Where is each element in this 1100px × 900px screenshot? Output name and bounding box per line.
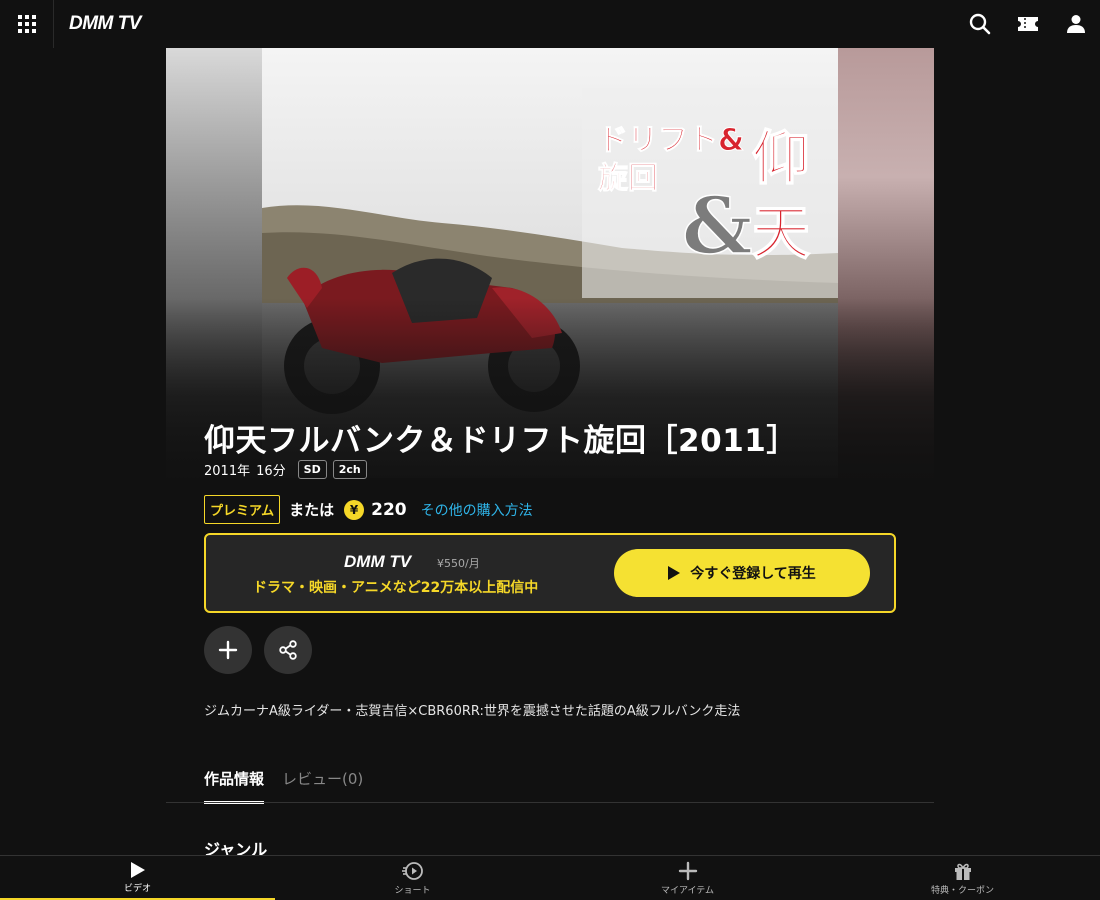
short-play-icon — [401, 862, 423, 880]
svg-text:天: 天 — [752, 199, 810, 267]
nav-item-my-items[interactable]: マイアイテム — [550, 856, 825, 900]
nav-label-my-items: マイアイテム — [660, 886, 715, 896]
promo-tagline: ドラマ・映画・アニメなど22万本以上配信中 — [253, 580, 539, 596]
promo-dmm-tv-logo: DMM TV — [344, 552, 412, 571]
top-header: DMM TV — [0, 0, 1100, 48]
video-meta: 2011年 16分 SD 2ch — [204, 460, 367, 479]
plus-icon — [678, 861, 697, 881]
price-value: 220 — [371, 499, 407, 520]
audio-badge: 2ch — [332, 460, 367, 479]
video-description: ジムカーナA級ライダー・志賀吉信×CBR60RR:世界を震撼させた話題のA級フル… — [204, 704, 741, 719]
user-icon — [1067, 15, 1085, 33]
release-year: 2011年 — [204, 464, 251, 479]
grid-menu-button[interactable] — [0, 0, 54, 48]
svg-text:ドリフト&: ドリフト& — [598, 123, 744, 158]
promo-monthly-price: ¥550/月 — [437, 557, 480, 570]
nav-item-perks-coupons[interactable]: 特典・クーポン — [825, 856, 1100, 900]
header-actions — [956, 0, 1100, 48]
tabs-divider — [166, 802, 934, 803]
other-purchase-methods-link[interactable]: その他の購入方法 — [421, 500, 533, 520]
premium-badge: プレミアム — [204, 495, 281, 524]
nav-label-perks-coupons: 特典・クーポン — [930, 886, 994, 896]
thumbnail-title-art: ドリフト& 旋回 & 仰 天 — [582, 88, 838, 298]
svg-text:旋回: 旋回 — [598, 161, 658, 196]
share-button[interactable] — [264, 626, 312, 674]
price-row: プレミアム または ¥ 220 その他の購入方法 — [204, 495, 533, 524]
add-to-list-button[interactable] — [204, 626, 252, 674]
subscription-promo-box: DMM TV ¥550/月 ドラマ・映画・アニメなど22万本以上配信中 今すぐ登… — [204, 533, 896, 613]
nav-item-short[interactable]: ショート — [275, 856, 550, 900]
ticket-button[interactable] — [1004, 0, 1052, 48]
svg-text:仰: 仰 — [752, 124, 810, 192]
hero-thumbnail: ドリフト& 旋回 & 仰 天 — [166, 48, 934, 478]
nav-item-video[interactable]: ビデオ — [0, 856, 275, 900]
account-button[interactable] — [1052, 0, 1100, 48]
tab-reviews[interactable]: レビュー(0) — [282, 768, 363, 804]
dmm-tv-logo[interactable]: DMM TV — [69, 13, 141, 35]
play-icon — [668, 566, 681, 580]
svg-text:&: & — [682, 181, 752, 272]
content-column: ドリフト& 旋回 & 仰 天 仰天フルバンク＆ドリフト旋回［2011］ 2011… — [166, 48, 934, 855]
nav-label-short: ショート — [394, 886, 431, 896]
gift-icon — [954, 863, 971, 880]
search-icon — [969, 13, 991, 35]
nav-label-video: ビデオ — [123, 884, 151, 894]
plus-icon — [218, 640, 238, 660]
bottom-nav: ビデオ ショート マイアイテム 特典・クーポン — [0, 855, 1100, 900]
subscribe-and-play-label: 今すぐ登録して再生 — [690, 566, 816, 582]
genre-heading: ジャンル — [204, 840, 268, 855]
subscribe-and-play-button[interactable]: 今すぐ登録して再生 — [614, 549, 870, 597]
play-icon — [130, 862, 145, 878]
share-icon — [279, 640, 297, 660]
quality-badge: SD — [297, 460, 327, 479]
search-button[interactable] — [956, 0, 1004, 48]
or-label: または — [289, 501, 335, 519]
video-title: 仰天フルバンク＆ドリフト旋回［2011］ — [204, 423, 798, 459]
ticket-icon — [1018, 17, 1038, 31]
detail-tabs: 作品情報 レビュー(0) — [204, 768, 381, 804]
duration: 16分 — [256, 464, 286, 479]
tab-work-info[interactable]: 作品情報 — [204, 768, 265, 804]
grid-menu-icon — [17, 15, 36, 33]
yen-coin-icon: ¥ — [344, 499, 365, 520]
